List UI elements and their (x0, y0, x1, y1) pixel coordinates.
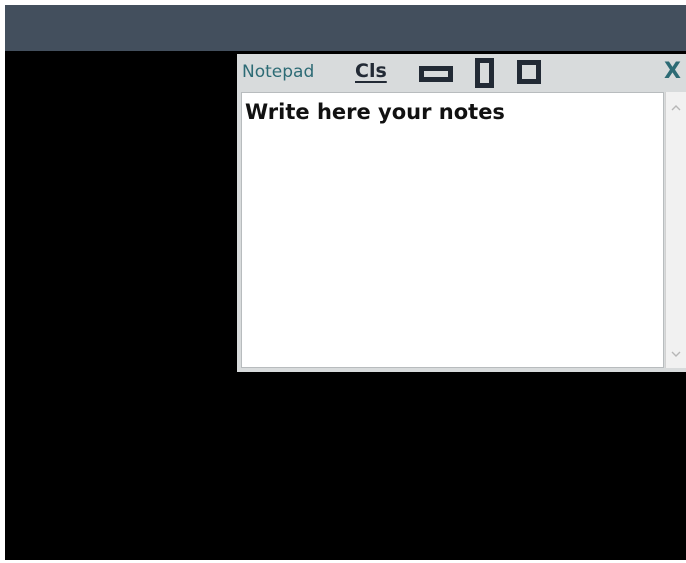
window-title-bar (5, 5, 686, 51)
notepad-toolbar: Notepad Cls X (237, 54, 686, 90)
remote-screen: Notepad Cls X Write here your notes (5, 5, 686, 560)
notepad-title: Notepad (242, 62, 315, 82)
clear-button[interactable]: Cls (355, 60, 387, 82)
notes-textarea[interactable]: Write here your notes (241, 92, 664, 368)
notepad-panel: Notepad Cls X Write here your notes (237, 54, 686, 372)
notes-scrollbar[interactable] (665, 92, 686, 368)
square-layout-icon[interactable] (517, 60, 541, 84)
close-button[interactable]: X (664, 60, 681, 84)
tall-layout-icon[interactable] (475, 58, 494, 88)
wide-layout-icon[interactable] (419, 66, 453, 82)
scroll-up-arrow-icon[interactable] (671, 104, 681, 112)
notes-text[interactable]: Write here your notes (245, 99, 660, 125)
scroll-down-arrow-icon[interactable] (671, 350, 681, 358)
